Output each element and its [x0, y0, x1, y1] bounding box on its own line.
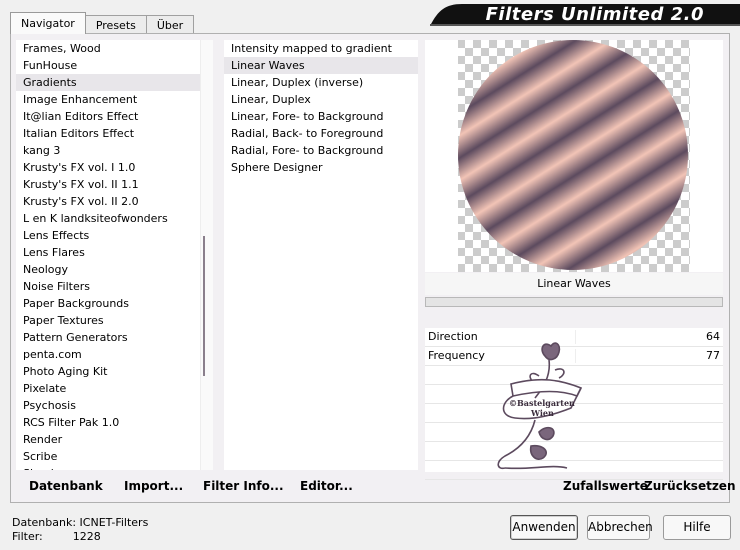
preview-image — [458, 40, 690, 272]
category-item[interactable]: Photo Aging Kit — [16, 363, 212, 380]
category-item[interactable]: Pixelate — [16, 380, 212, 397]
category-item[interactable]: FunHouse — [16, 57, 212, 74]
category-item[interactable]: Lens Flares — [16, 244, 212, 261]
category-item[interactable]: Gradients — [16, 74, 212, 91]
tab-ueber[interactable]: Über — [145, 15, 195, 34]
filter-item[interactable]: Sphere Designer — [224, 159, 418, 176]
title-banner: Filters Unlimited 2.0 — [430, 4, 740, 26]
category-item[interactable]: Noise Filters — [16, 278, 212, 295]
filter-item[interactable]: Linear, Fore- to Background — [224, 108, 418, 125]
param-slider[interactable] — [575, 330, 723, 344]
filter-item[interactable]: Linear, Duplex (inverse) — [224, 74, 418, 91]
category-item[interactable]: RCS Filter Pak 1.0 — [16, 414, 212, 431]
param-label: Direction — [428, 330, 478, 343]
category-item[interactable]: Render — [16, 431, 212, 448]
filter-name-label: Linear Waves — [425, 273, 723, 295]
watermark-flower-logo: ©Bastelgarten Wien — [497, 342, 583, 470]
category-item[interactable]: Lens Effects — [16, 227, 212, 244]
help-button[interactable]: Hilfe — [663, 515, 731, 540]
status-area: Datenbank: ICNET-Filters Filter: 1228 — [12, 516, 148, 544]
category-list[interactable]: Frames, Wood FunHouse Gradients Image Enhan… — [16, 40, 212, 470]
zufallswerte-button[interactable]: Zufallswerte — [563, 479, 648, 493]
import-button[interactable]: Import... — [124, 479, 183, 493]
tab-bar: Navigator Presets Über — [10, 12, 195, 34]
param-slider[interactable] — [575, 349, 723, 363]
category-item[interactable]: Krusty's FX vol. II 1.1 — [16, 176, 212, 193]
category-item[interactable]: kang 3 — [16, 142, 212, 159]
status-datenbank-label: Datenbank: — [12, 516, 77, 529]
param-value: 77 — [706, 349, 720, 362]
preview-area — [425, 40, 723, 272]
category-item[interactable]: Scribe — [16, 448, 212, 465]
tab-navigator[interactable]: Navigator — [10, 12, 86, 34]
status-datenbank-value: ICNET-Filters — [79, 516, 149, 529]
category-item[interactable]: Italian Editors Effect — [16, 125, 212, 142]
datenbank-button[interactable]: Datenbank — [29, 479, 103, 493]
parameter-panel: Direction 64 Frequency 77 ©Bastelgarten … — [425, 328, 723, 480]
category-item[interactable]: L en K landksiteofwonders — [16, 210, 212, 227]
category-item[interactable]: Neology — [16, 261, 212, 278]
watermark-text-2: Wien — [530, 408, 554, 418]
param-label: Frequency — [428, 349, 485, 362]
category-item[interactable]: Paper Backgrounds — [16, 295, 212, 312]
category-item[interactable]: Krusty's FX vol. II 2.0 — [16, 193, 212, 210]
category-item[interactable]: Pattern Generators — [16, 329, 212, 346]
filter-info-button[interactable]: Filter Info... — [203, 479, 284, 493]
status-filter-value: 1228 — [72, 530, 101, 543]
editor-button[interactable]: Editor... — [300, 479, 353, 493]
zuruecksetzen-button[interactable]: Zurücksetzen — [644, 479, 735, 493]
apply-button[interactable]: Anwenden — [510, 515, 578, 540]
tab-presets[interactable]: Presets — [84, 15, 147, 34]
category-item[interactable]: Simple — [16, 465, 212, 470]
filter-item[interactable]: Linear, Duplex — [224, 91, 418, 108]
category-item[interactable]: It@lian Editors Effect — [16, 108, 212, 125]
category-scrollbar-thumb[interactable] — [203, 236, 205, 376]
filter-item[interactable]: Intensity mapped to gradient — [224, 40, 418, 57]
app-title: Filters Unlimited 2.0 — [485, 4, 704, 25]
category-item[interactable]: Krusty's FX vol. I 1.0 — [16, 159, 212, 176]
cancel-button[interactable]: Abbrechen — [587, 515, 653, 540]
filter-item[interactable]: Radial, Back- to Foreground — [224, 125, 418, 142]
filter-list[interactable]: Intensity mapped to gradient Linear Waves… — [224, 40, 418, 470]
category-item[interactable]: penta.com — [16, 346, 212, 363]
param-value: 64 — [706, 330, 720, 343]
filter-item[interactable]: Linear Waves — [224, 57, 418, 74]
category-item[interactable]: Frames, Wood — [16, 40, 212, 57]
filter-item[interactable]: Radial, Fore- to Background — [224, 142, 418, 159]
progress-bar — [425, 297, 723, 307]
category-item[interactable]: Image Enhancement — [16, 91, 212, 108]
status-filter-label: Filter: — [12, 530, 43, 543]
category-item[interactable]: Psychosis — [16, 397, 212, 414]
category-scrollbar[interactable] — [200, 40, 213, 470]
category-item[interactable]: Paper Textures — [16, 312, 212, 329]
watermark-text-1: ©Bastelgarten — [509, 398, 575, 408]
